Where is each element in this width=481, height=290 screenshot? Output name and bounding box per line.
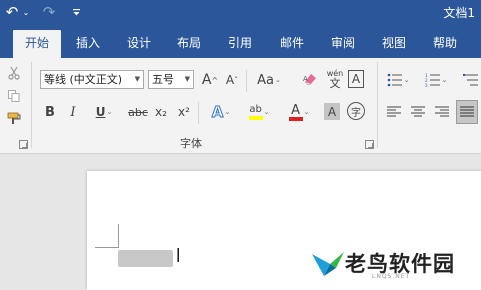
align-right-button[interactable] (432, 102, 452, 122)
strikethrough-button[interactable]: abc (127, 102, 149, 122)
align-left-button[interactable] (384, 102, 404, 122)
font-size-combobox[interactable]: 五号 ▼ (148, 70, 194, 89)
format-painter-icon[interactable] (4, 110, 24, 128)
chevron-down-icon: ⌄ (263, 108, 270, 116)
align-center-button[interactable] (408, 102, 428, 122)
change-case-button[interactable]: Aa ⌄ (252, 70, 286, 90)
divider (246, 70, 247, 92)
svg-text:3: 3 (425, 83, 428, 87)
text-selection (118, 250, 173, 267)
copy-icon[interactable] (5, 87, 23, 105)
chevron-down-icon: ⌄ (274, 76, 281, 84)
svg-text:A: A (303, 75, 308, 83)
phonetic-guide-button[interactable]: wén 文 (325, 67, 345, 91)
clipboard-launcher-icon[interactable] (19, 140, 28, 149)
redo-icon[interactable]: ↷ (40, 2, 58, 22)
document-title: 文档1 (443, 6, 475, 20)
chevron-down-icon: ▼ (184, 75, 190, 83)
chevron-down-icon: ⌄ (106, 108, 113, 116)
subscript-button[interactable]: x₂ (152, 102, 170, 122)
tab-help[interactable]: 帮助 (422, 30, 468, 58)
italic-button[interactable]: I (65, 102, 81, 122)
title-bar: ↶ ⌄ ↷ 文档1 (0, 0, 481, 25)
group-divider (377, 62, 378, 148)
bold-button[interactable]: B (42, 102, 58, 122)
font-name-combobox[interactable]: 等线 (中文正文) ▼ (40, 70, 144, 89)
bullets-button[interactable]: ⌄ (385, 70, 411, 90)
underline-icon: U (95, 105, 106, 119)
font-color-swatch (288, 116, 303, 121)
chevron-down-icon: ⌄ (403, 76, 410, 84)
enclose-characters-button[interactable]: 字 (347, 102, 365, 120)
phonetic-guide-char: 文 (329, 77, 341, 90)
shrink-font-icon: A (225, 73, 235, 87)
clear-formatting-button[interactable]: A (300, 69, 320, 89)
font-name-value: 等线 (中文正文) (44, 73, 123, 86)
watermark-subtext: LNQS.NET (372, 273, 411, 280)
font-group-label: 字体 (180, 137, 202, 150)
undo-dropdown-icon[interactable]: ⌄ (21, 2, 31, 22)
justify-button[interactable] (456, 100, 478, 124)
group-divider (31, 62, 32, 148)
multilevel-list-button[interactable] (460, 70, 481, 90)
customize-quick-access-icon[interactable] (70, 2, 82, 22)
margin-guide (118, 224, 119, 248)
text-effects-button[interactable]: A ⌄ (205, 102, 237, 122)
margin-guide (95, 247, 119, 248)
tab-home[interactable]: 开始 (13, 30, 61, 58)
character-shading-button[interactable]: A (324, 103, 340, 120)
tab-review[interactable]: 审阅 (321, 30, 365, 58)
tab-insert[interactable]: 插入 (66, 30, 110, 58)
grow-font-icon: A (201, 72, 212, 88)
highlight-color-swatch (248, 116, 263, 120)
underline-button[interactable]: U ⌄ (89, 102, 119, 122)
character-border-icon: A (351, 72, 361, 86)
highlight-icon: ab (249, 104, 262, 115)
cut-icon[interactable] (5, 64, 23, 82)
watermark-bird-logo (312, 252, 344, 276)
chevron-down-icon: ⌄ (441, 76, 448, 84)
numbering-button[interactable]: 1 2 3 ⌄ (423, 70, 449, 90)
tab-layout[interactable]: 布局 (167, 30, 211, 58)
shrink-font-button[interactable]: Aˇ (223, 70, 241, 90)
font-color-button[interactable]: A ⌄ (283, 100, 315, 124)
chevron-down-icon: ⌄ (303, 108, 310, 116)
character-border-button[interactable]: A (348, 70, 364, 88)
chevron-down-icon: ▼ (134, 75, 140, 83)
ribbon-home: 等线 (中文正文) ▼ 五号 ▼ A ^ Aˇ Aa ⌄ A wén 文 A B I… (0, 58, 481, 154)
font-dialog-launcher-icon[interactable] (365, 140, 374, 149)
tab-references[interactable]: 引用 (218, 30, 262, 58)
font-size-value: 五号 (152, 73, 174, 86)
chevron-down-icon: ⌄ (224, 108, 231, 116)
text-cursor-icon: ꟾ (176, 248, 181, 266)
text-effects-icon: A (211, 103, 224, 122)
superscript-button[interactable]: x² (175, 102, 193, 122)
change-case-label: Aa (257, 72, 274, 88)
text-highlight-button[interactable]: ab ⌄ (243, 100, 275, 124)
grow-font-button[interactable]: A ^ (201, 70, 219, 90)
tab-view[interactable]: 视图 (372, 30, 416, 58)
divider (198, 102, 199, 124)
undo-icon[interactable]: ↶ (4, 2, 20, 22)
font-color-icon: A (291, 102, 301, 118)
tab-mailings[interactable]: 邮件 (270, 30, 314, 58)
ribbon-tab-bar: 开始 插入 设计 布局 引用 邮件 审阅 视图 帮助 (0, 25, 481, 58)
tab-design[interactable]: 设计 (117, 30, 161, 58)
